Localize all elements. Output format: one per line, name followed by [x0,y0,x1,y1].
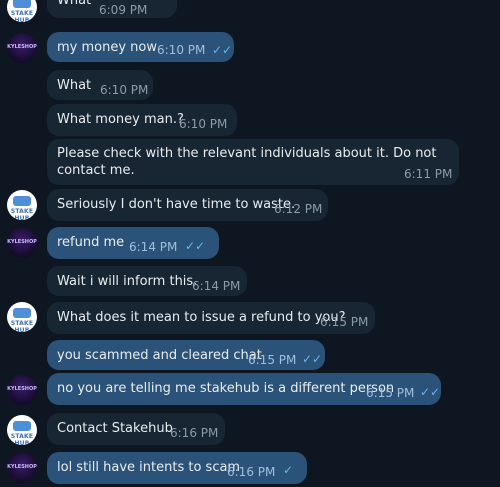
message-text: What [57,78,92,93]
avatar-label: STAKE HUB [10,208,34,220]
message-time: 6:14 PM [192,279,241,293]
message-bubble-incoming[interactable]: What 6:10 PM [47,70,153,100]
avatar-kyleshop[interactable]: KYLESHOP [7,33,37,63]
message-time: 6:10 PM [157,43,206,57]
message-text: no you are telling me stakehub is a diff… [57,381,395,396]
message-bubble-outgoing[interactable]: my money now 6:10 PM ✓✓ [47,32,234,62]
message-text: What [57,0,92,8]
message-bubble-incoming[interactable]: Wait i will inform this. 6:14 PM [47,266,247,296]
message-time: 6:12 PM [274,202,323,216]
message-time: 6:09 PM [99,3,148,17]
single-check-icon: ✓ [283,463,294,477]
avatar-stakehub[interactable]: STAKE HUB [7,0,37,22]
avatar-label: KYLESHOP [7,239,37,245]
avatar-kyleshop[interactable]: KYLESHOP [7,375,37,405]
avatar-label: KYLESHOP [7,386,37,392]
message-time: 6:16 PM [227,465,276,479]
message-time: 6:15 PM [320,315,369,329]
message-time: 6:15 PM [248,353,297,367]
avatar-kyleshop[interactable]: KYLESHOP [7,228,37,258]
message-bubble-outgoing[interactable]: no you are telling me stakehub is a diff… [47,373,441,405]
avatar-label: KYLESHOP [7,464,37,470]
stakehub-logo-icon [13,421,31,431]
stakehub-logo-icon [13,196,31,206]
message-bubble-outgoing[interactable]: refund me 6:14 PM ✓✓ [47,227,219,259]
message-bubble-incoming[interactable]: What does it mean to issue a refund to y… [47,302,375,334]
avatar-stakehub[interactable]: STAKE HUB [7,302,37,332]
message-text: What does it mean to issue a refund to y… [57,310,346,325]
message-text: What money man.? [57,112,184,127]
message-text: Contact Stakehub [57,421,173,436]
message-text: lol still have intents to scam [57,460,241,475]
message-text: Please check with the relevant individua… [57,146,437,178]
message-bubble-outgoing[interactable]: you scammed and cleared chat 6:15 PM ✓✓ [47,340,325,370]
message-time: 6:16 PM [170,426,219,440]
message-time: 6:10 PM [100,83,149,97]
message-bubble-incoming[interactable]: What 6:09 PM [47,0,177,18]
avatar-label: KYLESHOP [7,44,37,50]
double-check-icon: ✓✓ [420,385,441,399]
message-text: you scammed and cleared chat [57,348,262,363]
message-time: 6:11 PM [404,167,453,181]
message-text: Seriously I don't have time to waste. [57,197,296,212]
message-time: 6:14 PM [129,240,178,254]
stakehub-logo-icon [13,308,31,318]
message-bubble-incoming[interactable]: Please check with the relevant individua… [47,139,459,185]
double-check-icon: ✓✓ [185,239,206,253]
message-time: 6:15 PM [366,386,415,400]
avatar-stakehub[interactable]: STAKE HUB [7,190,37,220]
message-text: my money now [57,40,157,55]
message-time: 6:10 PM [179,117,228,131]
avatar-label: STAKE HUB [10,10,34,22]
message-bubble-incoming[interactable]: Contact Stakehub 6:16 PM [47,413,225,445]
stakehub-logo-icon [13,0,31,8]
message-text: refund me [57,235,125,250]
avatar-label: STAKE HUB [10,433,34,445]
avatar-kyleshop[interactable]: KYLESHOP [7,453,37,483]
message-bubble-incoming[interactable]: What money man.? 6:10 PM [47,104,237,136]
message-text: Wait i will inform this. [57,274,198,289]
message-bubble-outgoing[interactable]: lol still have intents to scam 6:16 PM ✓ [47,452,307,484]
double-check-icon: ✓✓ [302,352,323,366]
double-check-icon: ✓✓ [212,43,233,57]
avatar-stakehub[interactable]: STAKE HUB [7,415,37,445]
message-bubble-incoming[interactable]: Seriously I don't have time to waste. 6:… [47,189,328,221]
avatar-label: STAKE HUB [10,320,34,332]
